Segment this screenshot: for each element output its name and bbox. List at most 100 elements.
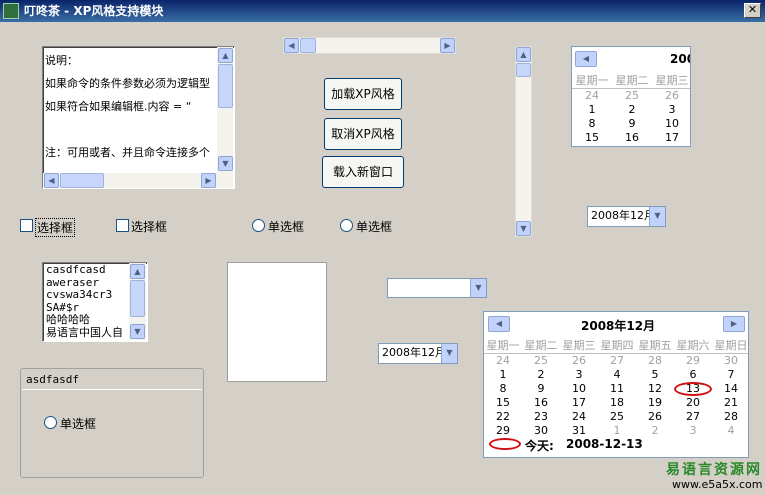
cancel-xp-button[interactable]: 取消XP风格 (324, 118, 402, 150)
calendar-day[interactable]: 6 (674, 368, 712, 382)
calendar-day[interactable]: 10 (652, 117, 690, 131)
calendar-day[interactable]: 28 (712, 410, 748, 424)
calendar-day[interactable]: 17 (560, 396, 598, 410)
date-picker[interactable]: 2008年12月 ▼ (378, 343, 458, 364)
calendar-day[interactable]: 14 (712, 382, 748, 396)
vertical-scroll-thumb[interactable] (218, 64, 233, 108)
calendar-day[interactable]: 26 (652, 89, 690, 103)
calendar-day[interactable]: 26 (560, 354, 598, 368)
calendar-day[interactable]: 16 (522, 396, 560, 410)
calendar-day[interactable]: 23 (522, 410, 560, 424)
calendar-day[interactable]: 31 (560, 424, 598, 438)
today-value[interactable]: 2008-12-13 (566, 437, 643, 451)
calendar-day[interactable]: 3 (652, 103, 690, 117)
calendar-day[interactable]: 3 (674, 424, 712, 438)
calendar-day[interactable]: 2 (636, 424, 674, 438)
load-new-window-button[interactable]: 载入新窗口 (322, 156, 404, 188)
calendar-day[interactable]: 18 (598, 396, 636, 410)
checkbox-2[interactable] (116, 219, 129, 232)
today-circle-icon (489, 438, 521, 450)
calendar-day[interactable]: 25 (612, 89, 652, 103)
calendar-day[interactable]: 30 (712, 354, 748, 368)
calendar-day[interactable]: 24 (560, 410, 598, 424)
list-item[interactable]: cvswa34cr3 (46, 288, 131, 302)
horizontal-scroll-thumb[interactable] (60, 173, 104, 188)
date-picker[interactable]: 2008年12月 ▼ (587, 206, 666, 227)
calendar-day[interactable]: 22 (484, 410, 522, 424)
calendar-day[interactable]: 25 (522, 354, 560, 368)
scroll-up-button[interactable]: ▲ (218, 48, 233, 63)
list-item[interactable]: 哈哈哈哈 (46, 313, 131, 327)
calendar-day[interactable]: 20 (674, 396, 712, 410)
scroll-right-button[interactable]: ▶ (201, 173, 216, 188)
close-button[interactable]: ✕ (744, 3, 761, 18)
group-radio-button[interactable] (44, 416, 57, 429)
scroll-left-button[interactable]: ◀ (44, 173, 59, 188)
dropdown-arrow-icon[interactable]: ▼ (441, 344, 457, 363)
calendar-day[interactable]: 1 (598, 424, 636, 438)
calendar-day[interactable]: 1 (572, 103, 612, 117)
scroll-right-button[interactable]: ▶ (440, 38, 455, 53)
calendar-day[interactable]: 1 (484, 368, 522, 382)
dropdown-arrow-icon[interactable]: ▼ (649, 207, 665, 226)
calendar-day[interactable]: 30 (522, 424, 560, 438)
calendar-day[interactable]: 4 (712, 424, 748, 438)
checkbox-1[interactable] (20, 219, 33, 232)
description-textbox[interactable]: 说明： 如果命令的条件参数必须为逻辑型 如果符合如果编辑框.内容 = “ 注：可用或… (42, 46, 235, 189)
scroll-down-button[interactable]: ▼ (516, 221, 531, 236)
radio-button-2[interactable] (340, 219, 353, 232)
calendar-day[interactable]: 3 (560, 368, 598, 382)
scroll-thumb[interactable] (300, 38, 316, 53)
calendar-day[interactable]: 19 (636, 396, 674, 410)
scroll-thumb[interactable] (516, 63, 531, 77)
calendar-day[interactable]: 17 (652, 131, 690, 145)
prev-month-button[interactable]: ◀ (575, 51, 597, 67)
calendar-day[interactable]: 26 (636, 410, 674, 424)
calendar-day[interactable]: 28 (636, 354, 674, 368)
calendar-day[interactable]: 2 (612, 103, 652, 117)
horizontal-scrollbar[interactable]: ◀ ▶ (283, 37, 456, 54)
calendar-day[interactable]: 13 (674, 381, 712, 396)
calendar-day[interactable]: 9 (522, 382, 560, 396)
scroll-up-button[interactable]: ▲ (130, 264, 145, 279)
calendar-day[interactable]: 7 (712, 368, 748, 382)
calendar-day[interactable]: 25 (598, 410, 636, 424)
calendar-day[interactable]: 27 (674, 410, 712, 424)
calendar-day[interactable]: 9 (612, 117, 652, 131)
calendar-day[interactable]: 27 (598, 354, 636, 368)
vertical-scrollbar[interactable]: ▲ ▼ (515, 46, 532, 237)
calendar-day[interactable]: 29 (484, 424, 522, 438)
calendar-day[interactable]: 15 (572, 131, 612, 145)
calendar-day[interactable]: 5 (636, 368, 674, 382)
month-calendar[interactable]: ◀ 2008年12月 ▶ 星期一 星期二 星期三 星期四 星期五 星期六 星期日 24 25 2… (483, 311, 749, 458)
scroll-down-button[interactable]: ▼ (130, 324, 145, 339)
calendar-day[interactable]: 29 (674, 354, 712, 368)
month-calendar-small[interactable]: ◀ 200 星期一星期二星期三 242526 123 8910 151617 (571, 46, 691, 147)
load-xp-button[interactable]: 加载XP风格 (324, 78, 402, 110)
calendar-day[interactable]: 2 (522, 368, 560, 382)
calendar-day[interactable]: 16 (612, 131, 652, 145)
combo-box[interactable]: ▼ (387, 278, 487, 298)
dropdown-arrow-icon[interactable]: ▼ (470, 279, 486, 297)
prev-month-button[interactable]: ◀ (488, 316, 510, 332)
scroll-down-button[interactable]: ▼ (218, 156, 233, 171)
listbox[interactable]: casdfcasd aweraser cvswa34cr3 SA#$r 哈哈哈哈 易语言中… (42, 262, 148, 342)
calendar-day[interactable]: 11 (598, 382, 636, 396)
calendar-day[interactable]: 12 (636, 382, 674, 396)
scroll-thumb[interactable] (130, 280, 145, 317)
calendar-day[interactable]: 8 (572, 117, 612, 131)
calendar-day[interactable]: 21 (712, 396, 748, 410)
radio-button-1[interactable] (252, 219, 265, 232)
scroll-up-button[interactable]: ▲ (516, 47, 531, 62)
calendar-day[interactable]: 4 (598, 368, 636, 382)
list-item[interactable]: 易语言中国人自 (46, 326, 131, 340)
next-month-button[interactable]: ▶ (723, 316, 745, 332)
calendar-day[interactable]: 8 (484, 382, 522, 396)
calendar-day[interactable]: 24 (484, 354, 522, 368)
list-item[interactable]: casdfcasd (46, 264, 131, 277)
calendar-day[interactable]: 10 (560, 382, 598, 396)
scroll-left-button[interactable]: ◀ (284, 38, 299, 53)
calendar-day[interactable]: 15 (484, 396, 522, 410)
calendar-day[interactable]: 24 (572, 89, 612, 103)
today-label[interactable]: 今天: (525, 437, 554, 454)
